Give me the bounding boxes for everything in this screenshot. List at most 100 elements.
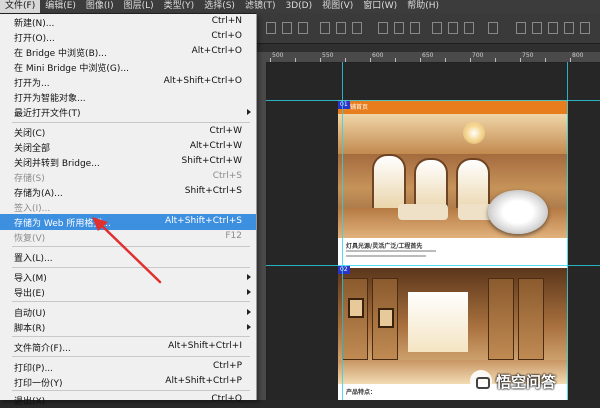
vertical-ruler[interactable]	[256, 62, 267, 400]
wall-picture	[378, 308, 394, 328]
3d-rotate-icon[interactable]	[532, 22, 542, 34]
document-canvas[interactable]: 店铺首页 灯具光源/灵活广泛/工程首先 产品特点：	[338, 100, 568, 400]
menu-item-revert[interactable]: 恢复(V) F12	[0, 229, 256, 245]
menu-item-close[interactable]: 关闭(C) Ctrl+W	[0, 124, 256, 140]
align-center-icon[interactable]	[336, 22, 346, 34]
menu-item-browse-bridge[interactable]: 在 Bridge 中浏览(B)... Alt+Ctrl+O	[0, 44, 256, 60]
submenu-arrow-icon	[247, 109, 251, 115]
menu-item-browse-mini-bridge[interactable]: 在 Mini Bridge 中浏览(G)...	[0, 59, 256, 75]
menu-item-check-in[interactable]: 签入(I)...	[0, 199, 256, 215]
menu-item-save[interactable]: 存储(S) Ctrl+S	[0, 169, 256, 185]
horizontal-guide[interactable]	[266, 100, 600, 101]
submenu-arrow-icon	[247, 324, 251, 330]
menu-file[interactable]: 文件(F)	[0, 0, 41, 13]
menu-separator	[12, 246, 250, 247]
horizontal-ruler[interactable]: 500 550 600 650 700 750 800	[256, 52, 600, 63]
menu-item-label: 签入(I)...	[14, 204, 51, 214]
menu-item-new[interactable]: 新建(N)... Ctrl+N	[0, 14, 256, 30]
distribute-center-icon[interactable]	[448, 22, 458, 34]
distribute-right-icon[interactable]	[464, 22, 474, 34]
menu-item-label: 文件简介(F)...	[14, 344, 71, 354]
menu-type[interactable]: 类型(Y)	[159, 0, 200, 13]
horizontal-guide[interactable]	[266, 265, 600, 266]
ruler-label: 650	[422, 52, 434, 59]
menu-item-shortcut: Shift+Ctrl+W	[181, 156, 242, 166]
distribute-middle-icon[interactable]	[394, 22, 404, 34]
3d-pan-icon[interactable]	[564, 22, 574, 34]
3d-roll-icon[interactable]	[548, 22, 558, 34]
menu-select[interactable]: 选择(S)	[199, 0, 240, 13]
distribute-top-icon[interactable]	[378, 22, 388, 34]
menu-item-import[interactable]: 导入(M)	[0, 269, 256, 285]
menu-item-save-for-web[interactable]: 存储为 Web 所用格式... Alt+Shift+Ctrl+S	[0, 214, 256, 230]
distribute-bottom-icon[interactable]	[410, 22, 420, 34]
menu-item-print-one-copy[interactable]: 打印一份(Y) Alt+Shift+Ctrl+P	[0, 374, 256, 390]
menu-layer[interactable]: 图层(L)	[119, 0, 159, 13]
wall-picture	[348, 298, 364, 318]
submenu-arrow-icon	[247, 289, 251, 295]
menu-item-label: 在 Mini Bridge 中浏览(G)...	[14, 64, 129, 74]
menu-item-label: 关闭全部	[14, 144, 51, 154]
menu-item-open-as[interactable]: 打开为... Alt+Shift+Ctrl+O	[0, 74, 256, 90]
menu-filter[interactable]: 滤镜(T)	[240, 0, 281, 13]
menu-item-place[interactable]: 置入(L)...	[0, 249, 256, 265]
caption-text-line	[346, 250, 436, 252]
menu-item-exit[interactable]: 退出(X) Ctrl+Q	[0, 392, 256, 408]
menu-item-print[interactable]: 打印(P)... Ctrl+P	[0, 359, 256, 375]
ruler-label: 750	[522, 52, 534, 59]
align-middle-icon[interactable]	[282, 22, 292, 34]
slice-badge-1[interactable]: 01	[338, 101, 350, 109]
menu-3d[interactable]: 3D(D)	[280, 0, 317, 13]
corridor-window	[408, 292, 468, 352]
wall-panel	[518, 278, 544, 360]
menu-item-label: 导出(E)	[14, 289, 45, 299]
menu-item-file-info[interactable]: 文件简介(F)... Alt+Shift+Ctrl+I	[0, 339, 256, 355]
menu-window[interactable]: 窗口(W)	[358, 0, 402, 13]
menu-item-export[interactable]: 导出(E)	[0, 284, 256, 300]
3d-mode-icon[interactable]	[516, 22, 526, 34]
menu-item-close-all[interactable]: 关闭全部 Alt+Ctrl+W	[0, 139, 256, 155]
menu-item-label: 关闭并转到 Bridge...	[14, 159, 100, 169]
menu-item-shortcut: Alt+Shift+Ctrl+P	[165, 376, 242, 386]
downlight-ring	[488, 190, 548, 234]
align-left-icon[interactable]	[320, 22, 330, 34]
menu-item-label: 脚本(R)	[14, 324, 46, 334]
align-bottom-icon[interactable]	[298, 22, 308, 34]
distribute-left-icon[interactable]	[432, 22, 442, 34]
menu-separator	[12, 390, 250, 391]
menu-edit[interactable]: 编辑(E)	[40, 0, 81, 13]
menu-item-label: 存储为 Web 所用格式...	[14, 219, 111, 229]
ruler-tick	[295, 58, 296, 62]
3d-slide-icon[interactable]	[580, 22, 590, 34]
menu-item-shortcut: Ctrl+Q	[211, 394, 242, 404]
menu-view[interactable]: 视图(V)	[317, 0, 358, 13]
arched-window	[372, 154, 406, 211]
menu-item-label: 置入(L)...	[14, 254, 53, 264]
menu-item-close-go-bridge[interactable]: 关闭并转到 Bridge... Shift+Ctrl+W	[0, 154, 256, 170]
slice-badge-2[interactable]: 02	[338, 266, 350, 274]
align-right-icon[interactable]	[352, 22, 362, 34]
menu-item-recent-files[interactable]: 最近打开文件(T)	[0, 104, 256, 120]
menu-item-label: 打开为智能对象...	[14, 94, 86, 104]
vertical-guide[interactable]	[567, 62, 568, 400]
menu-item-scripts[interactable]: 脚本(R)	[0, 319, 256, 335]
align-top-icon[interactable]	[266, 22, 276, 34]
ruler-tick	[570, 58, 571, 62]
ruler-tick	[470, 58, 471, 62]
vertical-guide[interactable]	[342, 62, 343, 400]
menu-item-automate[interactable]: 自动(U)	[0, 304, 256, 320]
menu-item-label: 打开(O)...	[14, 34, 55, 44]
menu-item-open[interactable]: 打开(O)... Ctrl+O	[0, 29, 256, 45]
watermark: 悟空问答	[470, 368, 598, 394]
menu-help[interactable]: 帮助(H)	[402, 0, 444, 13]
ruler-tick	[345, 58, 346, 62]
ruler-label: 550	[322, 52, 334, 59]
menu-image[interactable]: 图像(I)	[81, 0, 119, 13]
auto-align-icon[interactable]	[488, 22, 498, 34]
menu-item-shortcut: Alt+Shift+Ctrl+I	[168, 341, 242, 351]
submenu-arrow-icon	[247, 309, 251, 315]
options-bar	[256, 13, 600, 44]
menu-item-shortcut: Alt+Ctrl+O	[191, 46, 242, 56]
menu-item-open-smart-object[interactable]: 打开为智能对象...	[0, 89, 256, 105]
menu-item-save-as[interactable]: 存储为(A)... Shift+Ctrl+S	[0, 184, 256, 200]
